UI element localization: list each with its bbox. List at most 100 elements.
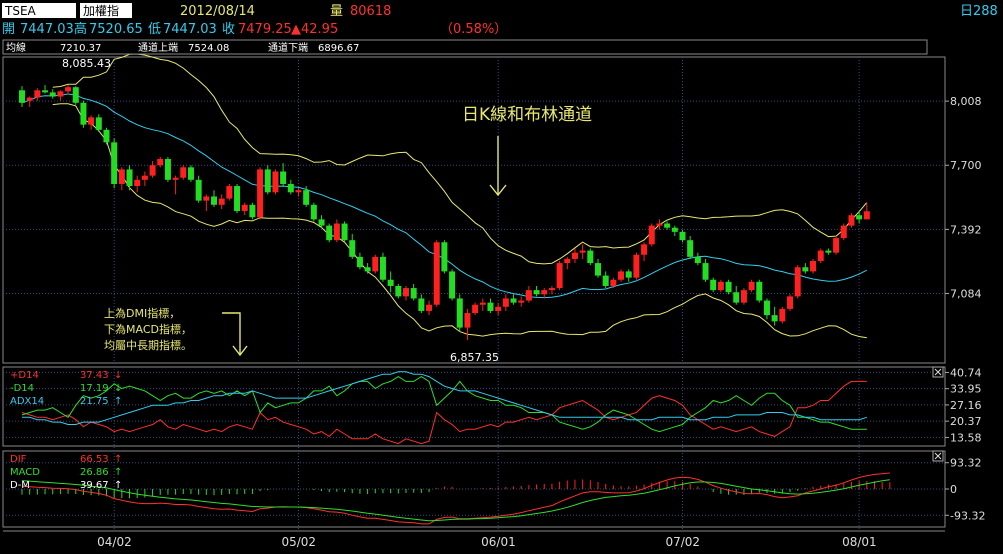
adx-label: ADX14 (10, 396, 44, 407)
candle-body (856, 215, 863, 220)
candle-body (641, 244, 648, 255)
candle-body (34, 90, 41, 98)
candle-body (180, 167, 187, 178)
dm-label: D-M (10, 480, 30, 491)
open-label: 開 (2, 22, 15, 37)
candle-body (763, 300, 770, 316)
dmi-frame (2, 366, 946, 447)
dif-arrow: ↑ (114, 454, 122, 465)
candle-body (203, 196, 210, 201)
dm-arrow: ↑ (114, 480, 122, 491)
candle-body (95, 117, 102, 130)
candle-body (287, 183, 294, 193)
candle-body (810, 261, 817, 272)
candle-body (310, 204, 317, 220)
candle-body (372, 256, 379, 272)
close-label: 收 (222, 22, 235, 37)
macd-arrow: ↑ (114, 467, 122, 478)
x-tick-label: 07/02 (665, 535, 700, 549)
dmi-minus-arrow: ↓ (114, 383, 122, 394)
candle-body (618, 271, 625, 280)
candle-body (587, 250, 594, 264)
macd-label: MACD (10, 467, 40, 478)
candle-body (571, 252, 578, 259)
lower-band-label: 通道下端 (268, 41, 308, 54)
candle-body (802, 267, 809, 272)
candle-body (449, 271, 456, 299)
candle-body (418, 298, 425, 311)
candle-body (111, 142, 118, 184)
candle-body (149, 165, 156, 176)
price-y-tick-label: 7,700 (950, 159, 982, 172)
open-value: 7447.03 (20, 22, 74, 37)
candle-body (556, 263, 563, 289)
candle-body (833, 238, 840, 253)
low-value: 7447.03 (163, 22, 217, 37)
candle-body (426, 304, 433, 311)
dmi-plus-label: +D14 (10, 370, 39, 381)
grid-lines (3, 57, 945, 531)
x-tick-label: 08/01 (842, 535, 877, 549)
candle-body (141, 175, 148, 180)
candle-body (525, 290, 532, 301)
macd-value: 26.86 (80, 467, 109, 478)
candle-body (840, 225, 847, 239)
dif-value: 66.53 (80, 454, 109, 465)
candle-body (303, 190, 310, 205)
candle-body (548, 288, 555, 291)
candle-body (118, 169, 125, 184)
candle-body (433, 242, 440, 305)
candle-body (464, 313, 471, 328)
upper-band-label: 通道上端 (138, 41, 178, 54)
candle-body (349, 240, 356, 257)
x-tick-label: 06/01 (481, 535, 516, 549)
candle-body (49, 92, 56, 97)
dmi-close-button[interactable] (932, 366, 944, 378)
candle-body (26, 97, 33, 101)
dmi-line-d14 (21, 380, 867, 445)
dmi-line-d14 (21, 376, 867, 433)
candle-body (364, 267, 371, 272)
macd-legend: DIF 66.53 ↑ MACD 26.86 ↑ D-M 39.67 ↑ (10, 454, 122, 491)
volume-label: 量 (330, 4, 343, 19)
dmi-y-tick-label: 27.16 (950, 399, 982, 412)
period-label[interactable]: 日288 (960, 4, 998, 19)
macd-line-macd (21, 479, 890, 522)
change-percent: （0.58%） (440, 22, 507, 37)
candle-body (326, 225, 333, 241)
candle-body (848, 215, 855, 226)
candle-body (710, 279, 717, 291)
upper-band-value: 7524.08 (188, 43, 229, 54)
macd-line-dif (21, 472, 890, 525)
candle-body (794, 267, 801, 297)
x-tick-label: 05/02 (281, 535, 316, 549)
candle-body (234, 186, 241, 212)
candle-body (564, 258, 571, 264)
price-panel (19, 53, 870, 341)
candle-body (295, 190, 302, 193)
candle-body (333, 223, 340, 241)
candle-body (164, 159, 171, 180)
symbol-text: TSEA (4, 4, 37, 18)
volume-value: 80618 (350, 4, 391, 19)
dmi-plus-value: 37.43 (80, 370, 109, 381)
candle-body (579, 250, 586, 253)
candle-body (341, 223, 348, 241)
candle-body (479, 302, 486, 305)
dmi-panel (21, 371, 867, 445)
candle-body (195, 179, 202, 201)
chart-canvas: 8,008 7,700 7,392 7,084 40.74 33.95 27.16 20.37… (2, 3, 998, 549)
candle-body (817, 250, 824, 261)
candle-body (533, 290, 540, 295)
candle-body (88, 117, 95, 125)
candle-body (487, 302, 494, 311)
candle-body (664, 223, 671, 228)
price-y-tick-label: 7,392 (950, 223, 982, 236)
macd-y-tick-label: -93.32 (950, 509, 985, 522)
macd-close-button[interactable] (932, 450, 944, 462)
upper-band-line (52, 53, 868, 265)
candle-body (510, 298, 517, 303)
dmi-y-tick-label: 20.37 (950, 415, 982, 428)
candle-body (733, 292, 740, 303)
candle-body (441, 242, 448, 272)
